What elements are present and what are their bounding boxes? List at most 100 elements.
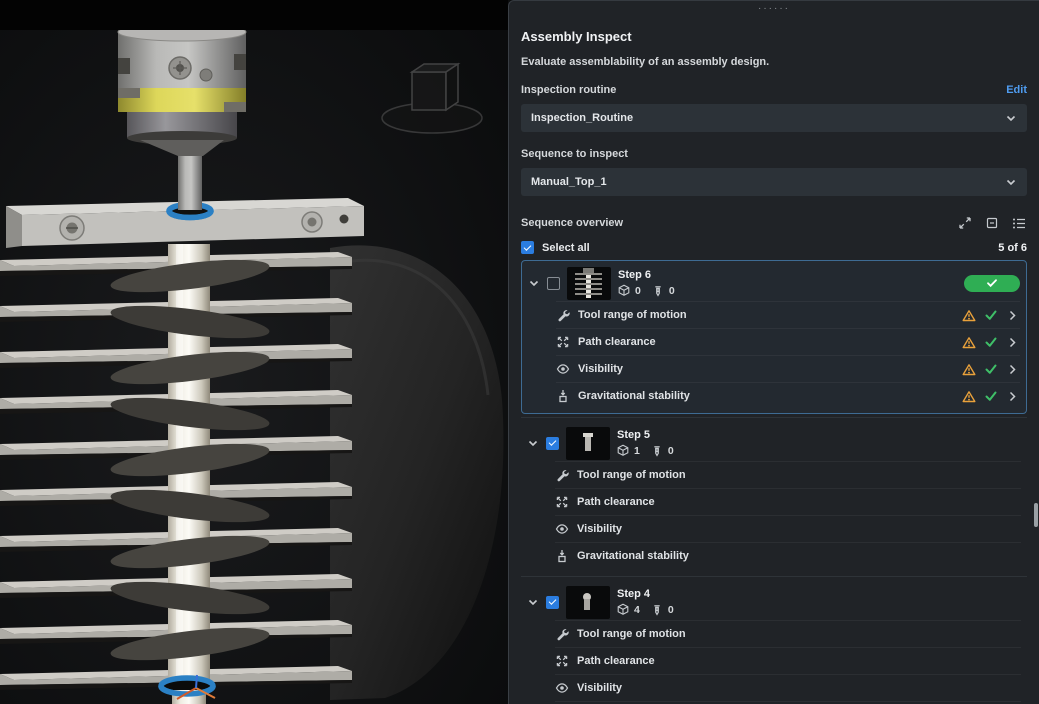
step-checkbox[interactable] (546, 595, 559, 609)
step-label: Step 4 (617, 588, 651, 600)
drag-dots-icon: ······ (758, 3, 790, 14)
step-group-6: Step 6 0 0 Tool range of motion Path cle… (521, 260, 1027, 414)
step-group-5: Step 5 1 0 Tool range of motion Path cle… (521, 417, 1027, 573)
part-count: 1 (634, 444, 640, 457)
wrench-icon (557, 629, 569, 641)
caret-down-icon[interactable] (527, 596, 539, 608)
page-title: Assembly Inspect (521, 29, 632, 44)
warning-icon (962, 309, 976, 321)
eye-icon (555, 683, 569, 693)
check-label: Tool range of motion (577, 469, 686, 481)
sequence-select[interactable]: Manual_Top_1 (521, 168, 1027, 196)
check-label: Gravitational stability (578, 390, 690, 402)
step-list: Step 6 0 0 Tool range of motion Path cle… (521, 260, 1027, 704)
assembly-3d-model (0, 0, 508, 704)
check-label: Tool range of motion (577, 628, 686, 640)
sequence-value: Manual_Top_1 (531, 176, 607, 188)
check-row-gravitational-stability[interactable]: Gravitational stability (555, 542, 1021, 569)
check-label: Visibility (577, 523, 623, 535)
status-pass-badge (964, 274, 1020, 292)
sequence-overview-label: Sequence overview (521, 217, 624, 229)
list-view-icon[interactable] (1012, 217, 1027, 230)
select-all-checkbox[interactable] (521, 241, 534, 254)
wrench-icon (558, 310, 570, 322)
panel-subtitle: Evaluate assemblability of an assembly d… (521, 56, 770, 68)
caret-down-icon[interactable] (528, 277, 540, 289)
eye-icon (556, 364, 570, 374)
assembly-inspect-panel: ······ Assembly Inspect Evaluate assembl… (508, 0, 1039, 704)
check-icon (987, 279, 997, 288)
edit-routine-link[interactable]: Edit (1006, 84, 1027, 96)
step-label: Step 6 (618, 269, 652, 281)
warning-icon (962, 336, 976, 348)
chevron-down-icon (1006, 115, 1016, 121)
path-clearance-icon (556, 496, 568, 508)
fastener-count: 0 (668, 284, 675, 297)
chevron-right-icon[interactable] (1006, 363, 1018, 376)
warning-icon (962, 390, 976, 402)
step-label: Step 5 (617, 429, 651, 441)
wrench-icon (557, 470, 569, 482)
check-row-path-clearance[interactable]: Path clearance (555, 647, 1021, 674)
panel-scrollbar[interactable] (1034, 503, 1038, 527)
check-icon (985, 310, 997, 320)
screw-icon (653, 445, 661, 456)
chevron-right-icon[interactable] (1006, 309, 1018, 322)
path-clearance-icon (556, 655, 568, 667)
check-row-tool-range[interactable]: Tool range of motion (555, 461, 1021, 488)
3d-viewport[interactable] (0, 0, 508, 704)
check-label: Path clearance (577, 655, 655, 667)
check-row-gravitational-stability[interactable]: Gravitational stability (556, 382, 1020, 409)
check-row-visibility[interactable]: Visibility (556, 355, 1020, 382)
chevron-right-icon[interactable] (1006, 336, 1018, 349)
check-row-visibility[interactable]: Visibility (555, 674, 1021, 701)
step-checkbox[interactable] (547, 276, 560, 290)
gravity-icon (558, 549, 566, 563)
check-icon (985, 391, 997, 401)
select-all-label: Select all (542, 241, 590, 254)
gravity-icon (559, 389, 567, 403)
expand-panel-icon[interactable] (958, 216, 972, 230)
step-group-4: Step 4 4 0 Tool range of motion Path cle… (521, 576, 1027, 704)
check-row-tool-range[interactable]: Tool range of motion (555, 620, 1021, 647)
check-icon (985, 364, 997, 374)
box-icon (618, 284, 630, 296)
step-thumbnail (566, 585, 610, 619)
check-row-visibility[interactable]: Visibility (555, 515, 1021, 542)
check-icon (985, 337, 997, 347)
chevron-right-icon[interactable] (1006, 390, 1018, 403)
collapse-all-icon[interactable] (985, 216, 999, 230)
sequence-label: Sequence to inspect (521, 148, 628, 160)
check-label: Visibility (578, 363, 624, 375)
step-thumbnail (566, 426, 610, 460)
step-header[interactable]: Step 5 1 0 (527, 425, 1021, 461)
fastener-count: 0 (667, 444, 674, 457)
step-header[interactable]: Step 6 0 0 (528, 265, 1020, 301)
panel-drag-handle[interactable]: ······ (521, 1, 1027, 17)
step-thumbnail (567, 266, 611, 300)
check-label: Tool range of motion (578, 309, 687, 321)
inspection-routine-label: Inspection routine (521, 84, 617, 96)
check-label: Visibility (577, 682, 623, 694)
check-label: Path clearance (578, 336, 656, 348)
screw-icon (653, 604, 661, 615)
inspection-routine-select[interactable]: Inspection_Routine (521, 104, 1027, 132)
step-header[interactable]: Step 4 4 0 (527, 584, 1021, 620)
box-icon (617, 603, 629, 615)
check-label: Path clearance (577, 496, 655, 508)
check-row-path-clearance[interactable]: Path clearance (556, 328, 1020, 355)
selection-count: 5 of 6 (998, 241, 1027, 254)
check-row-tool-range[interactable]: Tool range of motion (556, 301, 1020, 328)
part-count: 4 (634, 603, 640, 616)
box-icon (617, 444, 629, 456)
check-row-path-clearance[interactable]: Path clearance (555, 488, 1021, 515)
caret-down-icon[interactable] (527, 437, 539, 449)
check-label: Gravitational stability (577, 550, 689, 562)
screw-icon (654, 285, 662, 296)
part-count: 0 (635, 284, 641, 297)
step-checkbox[interactable] (546, 436, 559, 450)
fastener-count: 0 (667, 603, 674, 616)
inspection-routine-value: Inspection_Routine (531, 112, 634, 124)
app-window: ······ Assembly Inspect Evaluate assembl… (0, 0, 1039, 704)
chevron-down-icon (1006, 179, 1016, 185)
